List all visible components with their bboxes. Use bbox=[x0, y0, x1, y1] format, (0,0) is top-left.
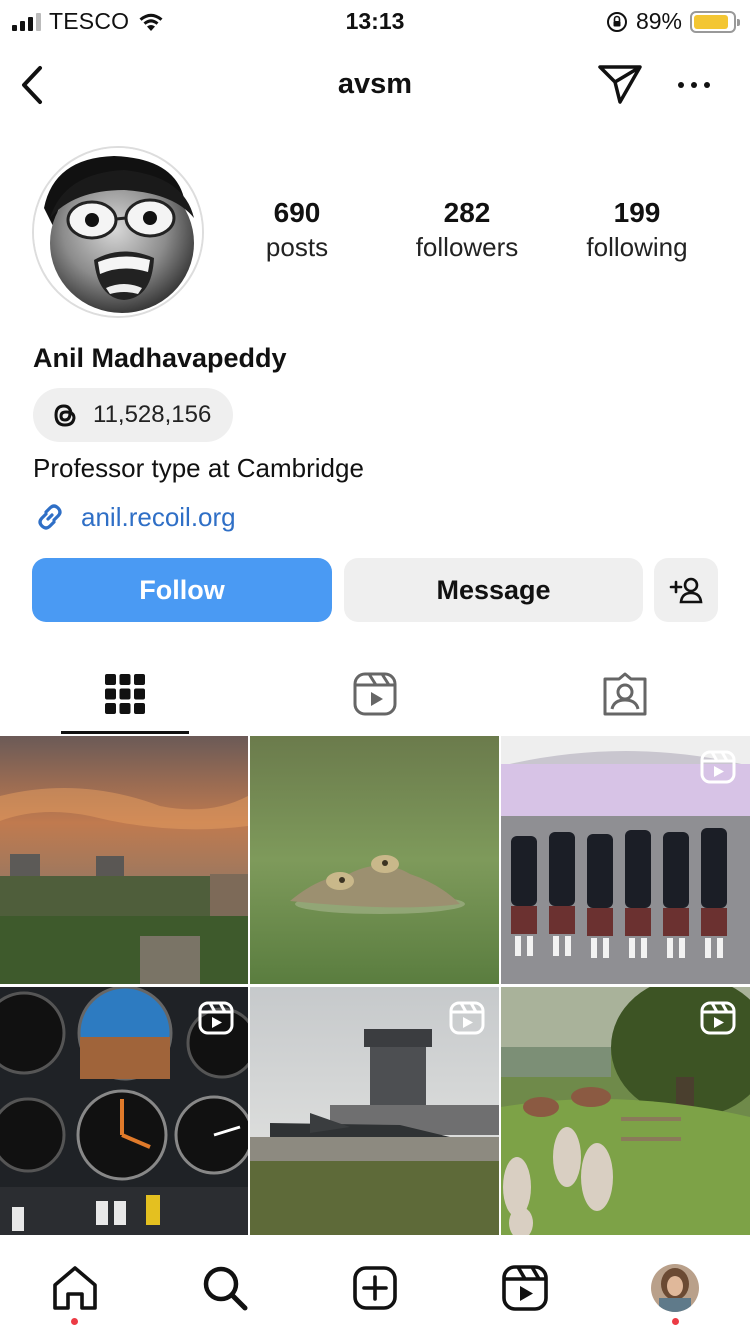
stat-followers[interactable]: 282 followers bbox=[382, 196, 552, 264]
tagged-icon bbox=[603, 672, 647, 716]
link-icon bbox=[38, 504, 62, 530]
battery-percent: 89% bbox=[635, 8, 682, 34]
stat-posts[interactable]: 690 posts bbox=[212, 196, 382, 264]
profile-link-text: anil.recoil.org bbox=[81, 501, 236, 532]
profile-header: avsm bbox=[0, 50, 750, 120]
post-thumbnail[interactable] bbox=[501, 736, 750, 984]
profile-bio: Professor type at Cambridge bbox=[33, 453, 364, 483]
message-button[interactable]: Message bbox=[344, 558, 643, 622]
profile-link[interactable]: anil.recoil.org bbox=[33, 500, 236, 534]
reels-icon bbox=[353, 672, 397, 716]
search-icon bbox=[203, 1266, 248, 1311]
add-person-icon bbox=[669, 577, 703, 604]
reel-indicator-icon bbox=[700, 1001, 736, 1035]
post-thumbnail[interactable] bbox=[0, 736, 248, 984]
nav-create-post[interactable] bbox=[347, 1260, 403, 1316]
notification-dot bbox=[672, 1318, 679, 1325]
posts-grid bbox=[0, 736, 750, 1236]
stat-value: 282 bbox=[443, 197, 491, 228]
post-thumbnail[interactable] bbox=[250, 987, 499, 1235]
post-image-crocodile bbox=[250, 736, 499, 984]
add-post-icon bbox=[353, 1266, 397, 1310]
more-options-icon[interactable] bbox=[676, 70, 712, 100]
post-image-sunset-city bbox=[0, 736, 248, 984]
stat-value: 690 bbox=[273, 197, 321, 228]
follow-button[interactable]: Follow bbox=[32, 558, 332, 622]
nav-home[interactable] bbox=[47, 1260, 103, 1316]
tab-reels[interactable] bbox=[311, 654, 439, 734]
nav-reels[interactable] bbox=[497, 1260, 553, 1316]
grid-icon bbox=[105, 674, 145, 714]
stat-following[interactable]: 199 following bbox=[552, 196, 722, 264]
rotation-lock-icon bbox=[606, 11, 627, 32]
battery-icon bbox=[690, 10, 740, 33]
reels-icon bbox=[502, 1265, 548, 1311]
nav-profile[interactable] bbox=[647, 1260, 703, 1316]
post-thumbnail[interactable] bbox=[501, 987, 750, 1235]
tab-tagged[interactable] bbox=[561, 654, 689, 734]
threads-count: 11,528,156 bbox=[93, 401, 212, 428]
threads-icon bbox=[54, 404, 76, 427]
send-message-icon[interactable] bbox=[596, 62, 644, 106]
reel-indicator-icon bbox=[449, 1001, 485, 1035]
reel-indicator-icon bbox=[700, 750, 736, 784]
suggest-people-button[interactable] bbox=[654, 558, 718, 622]
post-thumbnail[interactable] bbox=[250, 736, 499, 984]
reel-indicator-icon bbox=[198, 1001, 234, 1035]
user-avatar bbox=[651, 1264, 699, 1312]
home-icon bbox=[53, 1266, 97, 1310]
content-tabs bbox=[0, 654, 750, 734]
notification-dot bbox=[71, 1318, 78, 1325]
tab-grid[interactable] bbox=[61, 654, 189, 734]
profile-name: Anil Madhavapeddy bbox=[33, 343, 287, 373]
stat-value: 199 bbox=[613, 197, 661, 228]
profile-stats: 690 posts 282 followers 199 following bbox=[212, 196, 722, 264]
bottom-navigation bbox=[0, 1240, 750, 1334]
post-thumbnail[interactable] bbox=[0, 987, 248, 1235]
profile-avatar[interactable] bbox=[32, 146, 204, 318]
stat-label: following bbox=[586, 232, 688, 262]
stat-label: followers bbox=[415, 232, 519, 262]
nav-search[interactable] bbox=[197, 1260, 253, 1316]
threads-badge[interactable]: 11,528,156 bbox=[33, 388, 234, 442]
stat-label: posts bbox=[265, 232, 329, 262]
status-bar: TESCO 13:13 89% bbox=[0, 0, 750, 40]
